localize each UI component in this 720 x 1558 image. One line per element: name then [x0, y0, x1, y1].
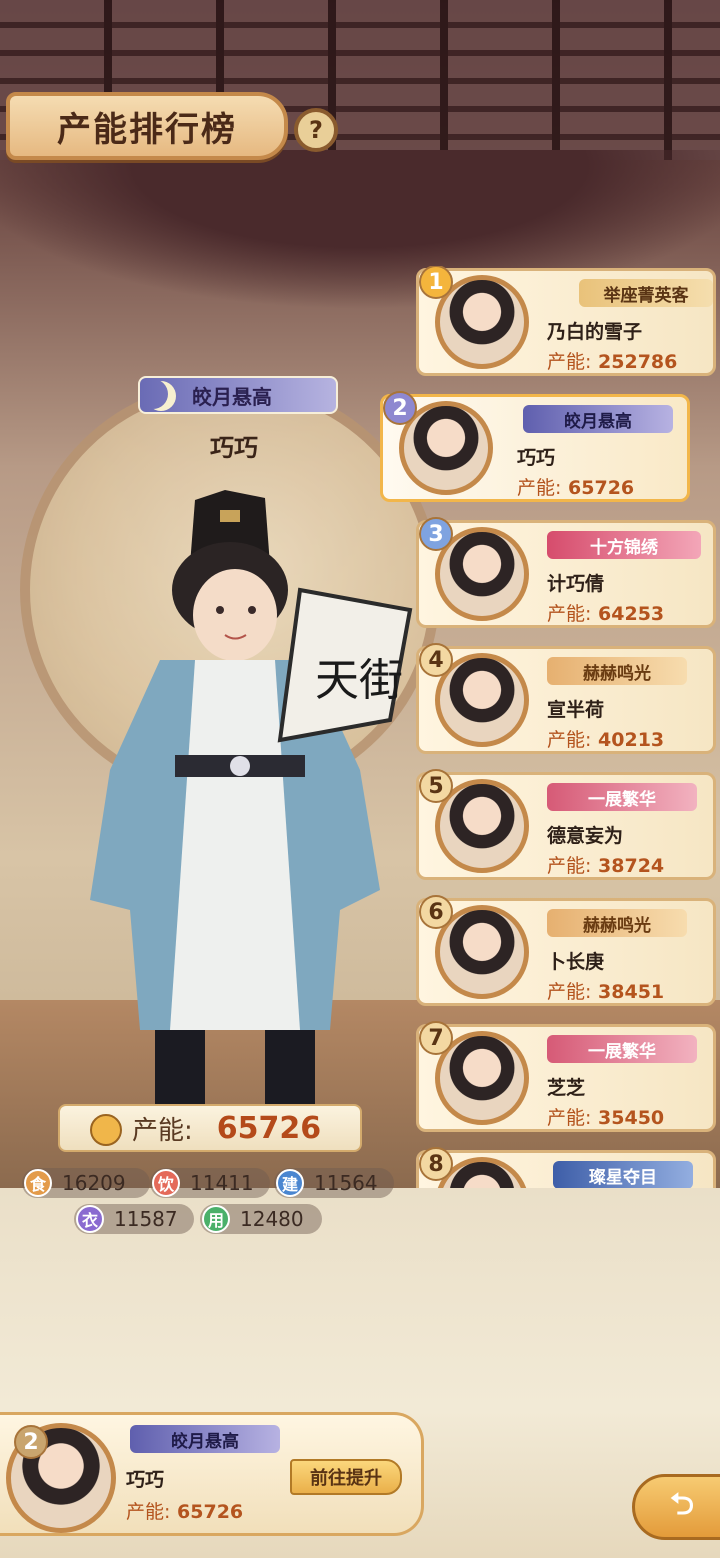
stat-drink-value: 11411 [190, 1171, 254, 1195]
player-production: 产能: 252786 [547, 351, 678, 373]
player-name: 巧巧 [517, 447, 556, 469]
player-name: 乃白的雪子 [547, 321, 643, 343]
stat-clothing-value: 11587 [114, 1207, 178, 1231]
player-production: 产能: 38451 [547, 981, 665, 1003]
title-badge: 一展繁华 [547, 1035, 697, 1063]
moon-icon [146, 381, 176, 411]
my-title-badge: 皎月悬高 [130, 1425, 280, 1453]
title-badge: 皎月悬高 [523, 405, 673, 433]
rank-number: 7 [419, 1021, 453, 1055]
production-value: 65726 [216, 1110, 322, 1146]
question-icon: ? [309, 115, 323, 144]
player-name: 计巧倩 [547, 573, 605, 595]
production-label: 产能: [132, 1115, 193, 1146]
player-name: 德意妄为 [547, 825, 624, 847]
player-production: 产能: 35450 [547, 1107, 665, 1129]
rank-number: 4 [419, 643, 453, 677]
title-badge: 举座菁英客 [579, 279, 713, 307]
hero-title-badge: 皎月悬高 [138, 376, 338, 414]
rank-card-2[interactable]: 2 皎月悬高 巧巧 产能: 65726 [380, 391, 690, 502]
rank-card-5[interactable]: 5 一展繁华 德意妄为 产能: 38724 [416, 769, 716, 880]
title-badge: 璨星夺目 [553, 1161, 693, 1188]
my-rank-number: 2 [14, 1425, 48, 1459]
stat-food-value: 16209 [62, 1171, 126, 1195]
player-production: 产能: 65726 [517, 477, 635, 499]
rank-number: 5 [419, 769, 453, 803]
rank-card-7[interactable]: 7 一展繁华 芝芝 产能: 35450 [416, 1021, 716, 1132]
page-title: 产能排行榜 [57, 109, 237, 150]
rank-number: 2 [383, 391, 417, 425]
back-arrow-icon: ⮌ [669, 1486, 695, 1522]
go-improve-button[interactable]: 前往提升 [290, 1459, 402, 1495]
title-badge: 赫赫鸣光 [547, 657, 687, 685]
food-icon: 食 [24, 1169, 52, 1197]
hero-production-box: 产能: 65726 [58, 1104, 362, 1152]
title-badge: 十方锦绣 [547, 531, 701, 559]
use-icon: 用 [202, 1205, 230, 1233]
ranking-list[interactable]: 1 举座菁英客 乃白的雪子 产能: 252786 2 皎月悬高 巧巧 产能: 6… [360, 266, 720, 1188]
player-production: 产能: 64253 [547, 603, 665, 625]
stat-use: 用 12480 [200, 1204, 322, 1234]
player-name: 芝芝 [547, 1077, 586, 1099]
rank-number: 6 [419, 895, 453, 929]
my-rank-bar: 2 皎月悬高 巧巧 产能: 65726 前往提升 [0, 1412, 424, 1536]
hero-name: 巧巧 [210, 434, 258, 462]
drink-icon: 饮 [152, 1169, 180, 1197]
rank-card-3[interactable]: 3 十方锦绣 计巧倩 产能: 64253 [416, 517, 716, 628]
player-name: 卜长庚 [547, 951, 605, 973]
clothing-icon: 衣 [76, 1205, 104, 1233]
build-icon: 建 [276, 1169, 304, 1197]
rank-number: 3 [419, 517, 453, 551]
stat-food: 食 16209 [22, 1168, 150, 1198]
money-bag-icon [90, 1114, 122, 1146]
page-title-banner: 产能排行榜 [6, 92, 288, 160]
back-button[interactable]: ⮌ [632, 1474, 720, 1540]
rank-card-6[interactable]: 6 赫赫鸣光 卜长庚 产能: 38451 [416, 895, 716, 1006]
stat-drink: 饮 11411 [150, 1168, 270, 1198]
rank-number: 1 [419, 266, 453, 299]
title-badge: 一展繁华 [547, 783, 697, 811]
rank-card-8[interactable]: 8 璨星夺目 [416, 1147, 716, 1188]
rank-card-4[interactable]: 4 赫赫鸣光 宣半荷 产能: 40213 [416, 643, 716, 754]
title-badge: 赫赫鸣光 [547, 909, 687, 937]
my-production: 产能: 65726 [126, 1501, 244, 1523]
hero-title-text: 皎月悬高 [192, 384, 272, 409]
stat-use-value: 12480 [240, 1207, 304, 1231]
player-production: 产能: 40213 [547, 729, 665, 751]
rank-card-1[interactable]: 1 举座菁英客 乃白的雪子 产能: 252786 [416, 266, 716, 376]
player-production: 产能: 38724 [547, 855, 665, 877]
player-name: 宣半荷 [547, 699, 605, 721]
rank-number: 8 [419, 1147, 453, 1181]
stat-clothing: 衣 11587 [74, 1204, 194, 1234]
my-name: 巧巧 [126, 1469, 165, 1491]
